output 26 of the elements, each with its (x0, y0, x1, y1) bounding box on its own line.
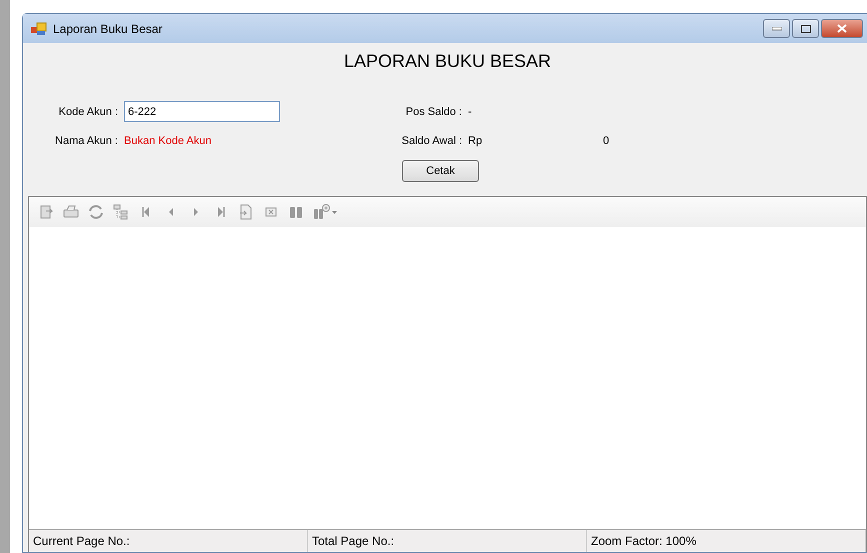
caret-icon[interactable] (332, 210, 337, 214)
app-icon (31, 22, 47, 36)
minimize-icon (772, 26, 782, 30)
maximize-button[interactable] (792, 19, 819, 38)
minimize-button[interactable] (763, 19, 790, 38)
close-icon (837, 24, 847, 33)
status-text: Current Page No.: (29, 530, 308, 552)
refresh-icon[interactable] (87, 203, 105, 221)
zoom-icon[interactable] (312, 203, 330, 221)
field-value: 0 (603, 134, 610, 146)
account-name-value: Bukan Kode Akun (124, 134, 212, 146)
print-button[interactable]: Cetak (402, 160, 479, 182)
field-label: Nama Akun : (54, 134, 119, 146)
close-button[interactable] (821, 19, 863, 38)
account-code-field[interactable]: 6-222 (124, 101, 280, 122)
report-heading: LAPORAN BUKU BESAR (342, 51, 552, 73)
field-label: Saldo Awal : (400, 134, 463, 146)
window-title: Laporan Buku Besar (53, 22, 162, 36)
tree-icon[interactable] (112, 203, 130, 221)
status-text: Zoom Factor: 100% (587, 530, 866, 552)
currency-label: Rp (468, 134, 484, 146)
status-text: Total Page No.: (308, 530, 587, 552)
field-label: Kode Akun : (58, 106, 119, 118)
field-value: - (468, 106, 472, 118)
maximize-icon (800, 24, 810, 32)
field-label: Pos Saldo : (404, 106, 463, 118)
